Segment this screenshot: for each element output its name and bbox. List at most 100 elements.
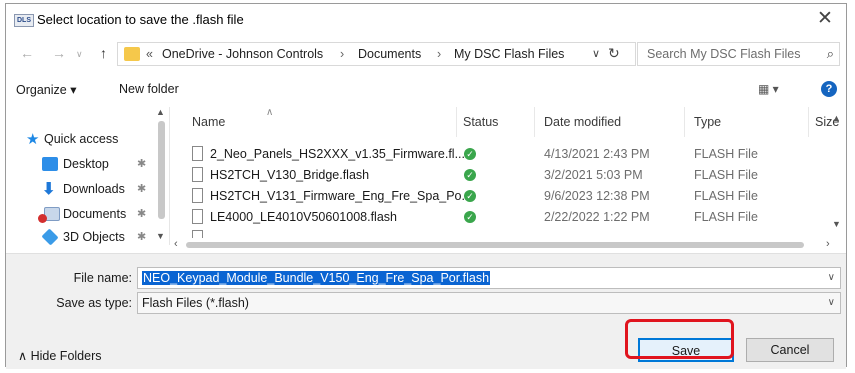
file-type: FLASH File: [694, 210, 758, 224]
close-icon[interactable]: ✕: [810, 6, 840, 32]
file-name-value: NEO_Keypad_Module_Bundle_V150_Eng_Fre_Sp…: [142, 271, 491, 285]
file-list: ∧ Name Status Date modified Type Size 2_…: [170, 107, 846, 245]
column-divider[interactable]: [684, 107, 685, 137]
new-folder-button[interactable]: New folder: [119, 82, 179, 96]
back-arrow-icon[interactable]: ←: [20, 45, 34, 61]
save-as-type-label: Save as type:: [56, 296, 132, 310]
address-bar[interactable]: « OneDrive - Johnson Controls › Document…: [117, 42, 636, 66]
scroll-up-arrow-icon[interactable]: ▲: [832, 113, 841, 123]
sidebar-item-documents[interactable]: Documents ✱: [6, 204, 154, 226]
sidebar-item-label: Documents: [63, 207, 127, 221]
scroll-down-arrow-icon[interactable]: ▼: [156, 231, 165, 241]
scroll-left-arrow-icon[interactable]: ‹: [174, 238, 178, 250]
toolbar: Organize ▾ New folder ▦ ▾ ?: [6, 73, 846, 105]
search-placeholder: Search My DSC Flash Files: [647, 47, 801, 61]
pin-icon: ✱: [137, 158, 147, 170]
column-header-date-modified[interactable]: Date modified: [544, 115, 621, 129]
file-type: FLASH File: [694, 189, 758, 203]
file-date: 3/2/2021 5:03 PM: [544, 168, 643, 182]
file-icon: [192, 146, 203, 161]
scroll-right-arrow-icon[interactable]: ›: [826, 238, 830, 250]
file-type: FLASH File: [694, 168, 758, 182]
chevron-down-icon[interactable]: ∨: [828, 272, 835, 283]
breadcrumb-my-dsc-flash-files[interactable]: My DSC Flash Files: [454, 47, 564, 61]
save-highlight-box: [625, 319, 734, 359]
file-icon: [192, 209, 203, 224]
file-row[interactable]: HS2TCH_V130_Bridge.flash ✓ 3/2/2021 5:03…: [170, 165, 810, 187]
file-date: 2/22/2022 1:22 PM: [544, 210, 650, 224]
browser-area: ★ Quick access Desktop ✱ ⬇ Downloads ✱ D…: [6, 107, 846, 250]
file-row[interactable]: HS2TCH_V131_Firmware_Eng_Fre_Spa_Po... ✓…: [170, 186, 810, 208]
column-header-status[interactable]: Status: [463, 115, 498, 129]
file-name-field[interactable]: NEO_Keypad_Module_Bundle_V150_Eng_Fre_Sp…: [137, 267, 841, 289]
sidebar-item-desktop[interactable]: Desktop ✱: [6, 154, 154, 176]
file-icon: [192, 188, 203, 203]
refresh-icon[interactable]: ↻: [608, 45, 620, 62]
up-arrow-icon[interactable]: ↑: [100, 45, 107, 61]
cancel-button[interactable]: Cancel: [746, 338, 834, 362]
scroll-down-arrow-icon[interactable]: ▼: [832, 219, 841, 229]
organize-button[interactable]: Organize ▾: [16, 82, 76, 97]
sync-status-icon: ✓: [464, 190, 476, 202]
file-row[interactable]: 2_Neo_Panels_HS2XXX_v1.35_Firmware.fl...…: [170, 144, 810, 166]
scroll-up-arrow-icon[interactable]: ▲: [156, 107, 165, 117]
file-row-partial[interactable]: [170, 228, 810, 238]
address-dropdown-icon[interactable]: ∨: [592, 47, 600, 60]
app-icon: DLS: [14, 14, 34, 27]
file-icon: [192, 167, 203, 182]
forward-arrow-icon[interactable]: →: [52, 45, 66, 61]
navigation-pane: ★ Quick access Desktop ✱ ⬇ Downloads ✱ D…: [6, 107, 170, 246]
sidebar-item-label: Downloads: [63, 182, 125, 196]
recent-locations-icon[interactable]: ∨: [76, 49, 83, 60]
error-badge-icon: [38, 214, 47, 223]
file-name-label: File name:: [73, 271, 132, 285]
title-bar: DLS Select location to save the .flash f…: [6, 4, 846, 36]
pin-icon: ✱: [137, 208, 147, 220]
file-list-scrollbar[interactable]: ▲ ▼: [830, 107, 844, 245]
sidebar-item-downloads[interactable]: ⬇ Downloads ✱: [6, 179, 154, 201]
sort-ascending-icon: ∧: [266, 107, 274, 118]
search-icon[interactable]: ⌕: [827, 46, 834, 62]
column-header-type[interactable]: Type: [694, 115, 721, 129]
breadcrumb-onedrive[interactable]: OneDrive - Johnson Controls: [162, 47, 323, 61]
breadcrumb-overflow[interactable]: «: [146, 47, 153, 61]
breadcrumb-documents[interactable]: Documents: [358, 47, 421, 61]
sidebar-item-label: Quick access: [44, 132, 119, 146]
breadcrumb-separator: ›: [340, 47, 345, 61]
scrollbar-thumb[interactable]: [158, 121, 165, 219]
sidebar-item-label: 3D Objects: [63, 230, 125, 244]
sync-status-icon: ✓: [464, 211, 476, 223]
navigation-bar: ← → ∨ ↑ « OneDrive - Johnson Controls › …: [6, 42, 846, 68]
pin-icon: ✱: [137, 231, 147, 243]
star-icon: ★: [26, 131, 40, 148]
selected-text: NEO_Keypad_Module_Bundle_V150_Eng_Fre_Sp…: [142, 271, 491, 285]
pin-icon: ✱: [137, 183, 147, 195]
sidebar-item-quick-access[interactable]: ★ Quick access: [6, 129, 154, 151]
file-type: FLASH File: [694, 147, 758, 161]
file-row[interactable]: LE4000_LE4010V50601008.flash ✓ 2/22/2022…: [170, 207, 810, 229]
column-header-name[interactable]: Name: [192, 115, 225, 129]
horizontal-scrollbar[interactable]: ‹ ›: [170, 238, 844, 252]
sync-status-icon: ✓: [464, 169, 476, 181]
column-divider[interactable]: [808, 107, 809, 137]
help-icon[interactable]: ?: [821, 81, 837, 97]
download-icon: ⬇: [42, 181, 56, 198]
column-divider[interactable]: [456, 107, 457, 137]
file-date: 9/6/2023 12:38 PM: [544, 189, 650, 203]
folder-icon: [124, 47, 140, 61]
view-options-icon[interactable]: ▦ ▾: [758, 82, 779, 96]
navigation-scrollbar[interactable]: ▲ ▼: [154, 107, 168, 245]
column-divider[interactable]: [534, 107, 535, 137]
save-as-type-value: Flash Files (*.flash): [142, 296, 249, 310]
horizontal-scrollbar-thumb[interactable]: [186, 242, 804, 248]
save-dialog: DLS Select location to save the .flash f…: [5, 3, 847, 369]
save-as-type-select[interactable]: Flash Files (*.flash) ∨: [137, 292, 841, 314]
file-name: LE4000_LE4010V50601008.flash: [210, 210, 397, 224]
dialog-title: Select location to save the .flash file: [37, 12, 244, 27]
hide-folders-button[interactable]: ∧ Hide Folders: [18, 348, 101, 363]
search-input[interactable]: Search My DSC Flash Files ⌕: [637, 42, 840, 66]
sync-status-icon: ✓: [464, 148, 476, 160]
chevron-down-icon[interactable]: ∨: [828, 297, 835, 308]
breadcrumb-separator: ›: [437, 47, 442, 61]
sidebar-item-3d-objects[interactable]: 3D Objects ✱: [6, 227, 154, 249]
